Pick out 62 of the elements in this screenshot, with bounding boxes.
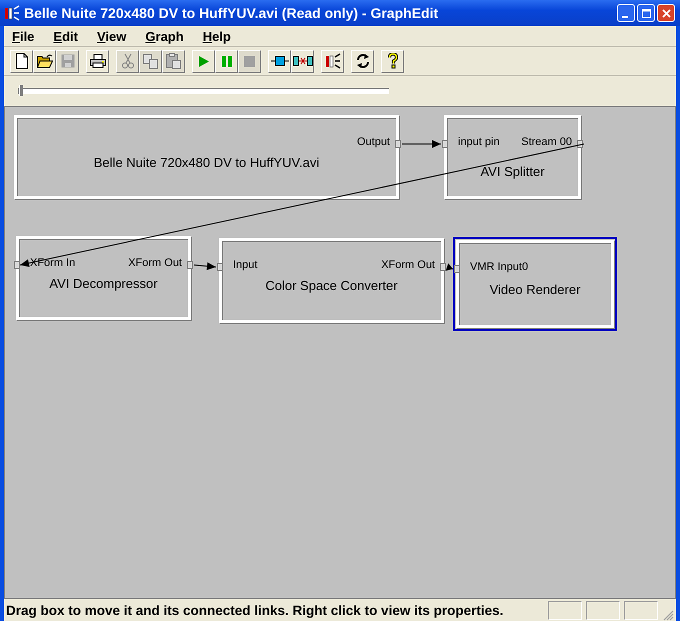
new-document-icon [14, 53, 28, 69]
toolbar-button[interactable] [86, 50, 109, 72]
connect-pins-icon [292, 56, 312, 66]
toolbar-button[interactable] [381, 50, 404, 72]
help-icon [388, 53, 398, 69]
toolbar-button[interactable] [10, 50, 33, 72]
close-icon [662, 8, 670, 18]
toolbar-button[interactable] [33, 50, 56, 72]
filter-name: Belle Nuite 720x480 DV to HuffYUV.avi [94, 154, 320, 170]
stop-icon [244, 56, 255, 66]
clipboard-icon [166, 53, 181, 69]
window-title: Belle Nuite 720x480 DV to HuffYUV.avi (Read only) - GraphEdit [24, 5, 440, 21]
folder-icon [36, 54, 52, 68]
pin-label: input pin [458, 136, 500, 148]
status-text: Drag box to move it and its connected links. Right click to view its properties. [6, 602, 504, 618]
resize-grip-icon [662, 609, 674, 621]
connection-arrow[interactable] [446, 263, 454, 271]
input-pin[interactable] [454, 265, 460, 273]
printer-icon [90, 54, 106, 68]
pin-label: VMR Input0 [470, 261, 528, 273]
menu-item[interactable]: Edit [47, 28, 86, 44]
filter-name: Video Renderer [490, 282, 580, 296]
slider-thumb[interactable] [19, 85, 23, 96]
input-pin[interactable] [442, 140, 448, 148]
pause-icon [222, 56, 232, 66]
pin-label: Output [356, 136, 390, 148]
toolbar-button[interactable] [291, 50, 314, 72]
play-icon [198, 56, 208, 66]
filter-name: Color Space Converter [265, 278, 398, 293]
filter-name: AVI Splitter [480, 164, 545, 178]
status-pane [548, 600, 582, 620]
status-pane [624, 600, 658, 620]
toolbar-button[interactable] [268, 50, 291, 72]
filter-name: AVI Decompressor [49, 276, 158, 290]
refresh-icon [354, 53, 370, 69]
menu-item[interactable]: Help [196, 28, 239, 44]
connection-arrow[interactable] [194, 262, 216, 270]
copy-icon [143, 54, 158, 68]
input-pin[interactable] [14, 261, 20, 269]
graph-filter-icon [324, 53, 340, 69]
menu-item[interactable]: Graph [139, 28, 192, 44]
scissors-icon [122, 53, 134, 69]
pin-label: Input [233, 259, 258, 271]
seek-slider[interactable] [18, 88, 389, 94]
toolbar-button[interactable] [321, 50, 344, 72]
pin-label: XForm Out [381, 259, 435, 271]
menu-item[interactable]: View [90, 28, 134, 44]
status-pane [586, 600, 620, 620]
graph-filter-icon [4, 5, 20, 21]
filter-box-icon [270, 56, 288, 66]
maximize-icon [642, 8, 650, 18]
menu-item[interactable]: File [6, 28, 42, 44]
pin-label: XForm Out [128, 257, 182, 269]
pin-label: Stream 00 [521, 136, 572, 148]
maximize-button[interactable] [637, 4, 655, 22]
connection-arrow[interactable] [402, 140, 442, 148]
minimize-button[interactable] [617, 4, 635, 22]
input-pin[interactable] [217, 263, 223, 271]
toolbar-button[interactable] [351, 50, 374, 72]
minimize-icon [622, 16, 628, 18]
pin-label: XForm In [30, 257, 76, 269]
close-button[interactable] [657, 4, 675, 22]
